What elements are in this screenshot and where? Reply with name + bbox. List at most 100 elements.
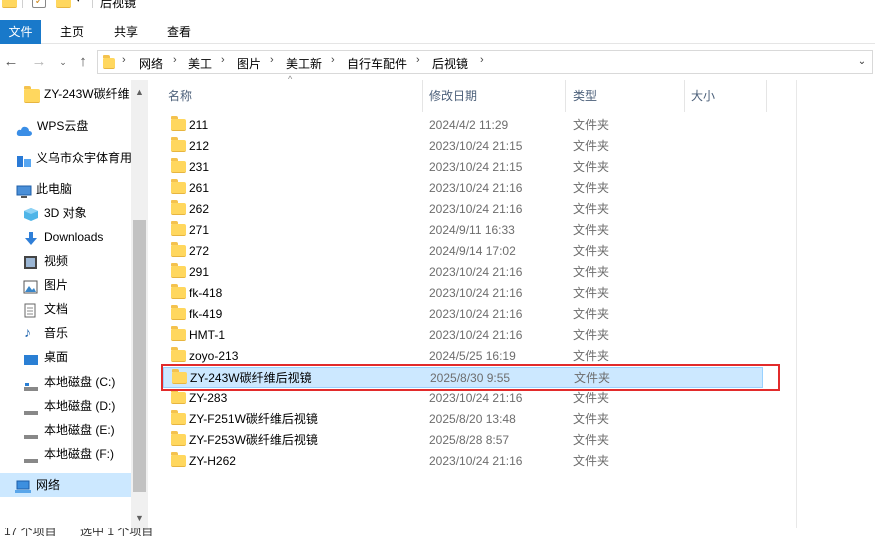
file-row[interactable]: 261 2023/10/24 21:16 文件夹 <box>163 178 763 199</box>
up-arrow-icon[interactable]: ↑ <box>74 53 92 71</box>
breadcrumb-pictures[interactable]: 图片 <box>237 55 261 72</box>
qa-divider <box>22 0 23 8</box>
file-name: 262 <box>189 202 210 216</box>
folder-icon <box>171 263 186 278</box>
nav-item-music[interactable]: ♪ 音乐 <box>0 321 131 345</box>
file-row[interactable]: 272 2024/9/14 17:02 文件夹 <box>163 241 763 262</box>
file-row[interactable]: 271 2024/9/11 16:33 文件夹 <box>163 220 763 241</box>
file-date: 2023/10/24 21:16 <box>429 202 523 216</box>
nav-item-wps-cloud[interactable]: WPS云盘 <box>0 114 131 138</box>
file-row[interactable]: 291 2023/10/24 21:16 文件夹 <box>163 262 763 283</box>
nav-item-documents[interactable]: 文档 <box>0 297 131 321</box>
nav-item-videos[interactable]: 视频 <box>0 249 131 273</box>
column-divider[interactable] <box>422 80 423 112</box>
qa-dropdown-icon[interactable]: ▾ <box>76 0 81 5</box>
file-type: 文件夹 <box>573 433 610 447</box>
column-header-size[interactable]: 大小 <box>691 80 715 112</box>
nav-item-drive-f[interactable]: 本地磁盘 (F:) <box>0 442 131 466</box>
breadcrumb-bike-parts[interactable]: 自行车配件 <box>347 55 407 72</box>
file-row[interactable]: fk-419 2023/10/24 21:16 文件夹 <box>163 304 763 325</box>
status-bar: 17 个项目 选中 1 个项目 <box>0 528 875 536</box>
nav-item-label: 此电脑 <box>36 182 73 196</box>
file-row[interactable]: 212 2023/10/24 21:15 文件夹 <box>163 136 763 157</box>
chevron-right-icon[interactable]: › <box>221 54 225 66</box>
address-row: ← → ⌄ ↑ › 网络 › 美工 › 图片 › 美工新 › 自行车配件 › 后… <box>0 44 875 80</box>
column-divider[interactable] <box>565 80 566 112</box>
nav-item-network[interactable]: 网络 <box>0 473 131 497</box>
chevron-right-icon[interactable]: › <box>173 54 177 66</box>
forward-arrow-icon[interactable]: → <box>30 53 48 71</box>
folder-icon <box>171 284 186 299</box>
column-header-date[interactable]: 修改日期 <box>429 80 477 112</box>
chevron-right-icon[interactable]: › <box>331 54 335 66</box>
column-divider[interactable] <box>684 80 685 112</box>
folder-icon <box>171 326 186 341</box>
nav-item-3d-objects[interactable]: 3D 对象 <box>0 201 131 225</box>
nav-item-org[interactable]: 义乌市众宇体育用 <box>0 146 131 170</box>
nav-item-downloads[interactable]: Downloads <box>0 225 131 249</box>
status-item-count: 17 个项目 <box>4 528 57 536</box>
file-row[interactable]: ZY-H262 2023/10/24 21:16 文件夹 <box>163 451 763 472</box>
tab-file[interactable]: 文件 <box>0 20 41 44</box>
nav-scroll-thumb[interactable] <box>133 220 146 492</box>
file-date: 2024/9/11 16:33 <box>429 223 515 237</box>
breadcrumb-network[interactable]: 网络 <box>139 55 163 72</box>
file-type: 文件夹 <box>573 454 610 468</box>
breadcrumb-meigong[interactable]: 美工 <box>188 55 212 72</box>
chevron-right-icon[interactable]: › <box>122 54 126 66</box>
network-icon <box>14 478 31 493</box>
nav-item-label: 义乌市众宇体育用 <box>36 151 131 165</box>
file-row[interactable]: 231 2023/10/24 21:15 文件夹 <box>163 157 763 178</box>
column-header-type[interactable]: 类型 <box>573 80 597 112</box>
file-row[interactable]: HMT-1 2023/10/24 21:16 文件夹 <box>163 325 763 346</box>
chevron-right-icon[interactable]: › <box>480 54 484 66</box>
folder-icon <box>171 242 186 257</box>
nav-item-this-pc[interactable]: 此电脑 <box>0 177 131 201</box>
file-type: 文件夹 <box>573 265 610 279</box>
nav-item-desktop[interactable]: 桌面 <box>0 345 131 369</box>
computer-icon <box>16 183 32 198</box>
chevron-right-icon[interactable]: › <box>416 54 420 66</box>
file-row[interactable]: fk-418 2023/10/24 21:16 文件夹 <box>163 283 763 304</box>
file-row[interactable]: ZY-F253W碳纤维后视镜 2025/8/28 8:57 文件夹 <box>163 430 763 451</box>
drive-icon <box>23 424 39 439</box>
tab-home[interactable]: 主页 <box>52 20 92 44</box>
new-folder-icon[interactable] <box>56 0 71 8</box>
file-row[interactable]: ZY-F251W碳纤维后视镜 2025/8/20 13:48 文件夹 <box>163 409 763 430</box>
tab-view[interactable]: 查看 <box>159 20 199 44</box>
scroll-up-icon[interactable]: ▲ <box>131 84 148 101</box>
properties-check-icon[interactable]: ✓ <box>32 0 46 8</box>
recent-locations-icon[interactable]: ⌄ <box>54 53 72 71</box>
chevron-right-icon[interactable]: › <box>270 54 274 66</box>
nav-scrollbar[interactable]: ▲ ▼ <box>131 80 148 530</box>
nav-item-label: 本地磁盘 (E:) <box>44 423 115 437</box>
nav-item-label: Downloads <box>44 230 104 244</box>
nav-item-drive-e[interactable]: 本地磁盘 (E:) <box>0 418 131 442</box>
folder-icon <box>171 305 186 320</box>
file-name: fk-419 <box>189 307 223 321</box>
address-dropdown-icon[interactable]: ⌄ <box>854 54 870 70</box>
column-header-name[interactable]: 名称 <box>168 80 192 112</box>
nav-item-drive-d[interactable]: 本地磁盘 (D:) <box>0 394 131 418</box>
address-bar[interactable]: › 网络 › 美工 › 图片 › 美工新 › 自行车配件 › 后视镜 › ⌄ <box>97 50 873 74</box>
tab-share[interactable]: 共享 <box>106 20 146 44</box>
column-divider[interactable] <box>766 80 767 112</box>
breadcrumb-mirror[interactable]: 后视镜 <box>432 55 468 72</box>
cloud-icon <box>16 121 32 136</box>
nav-item-drive-c[interactable]: 本地磁盘 (C:) <box>0 370 131 394</box>
file-row[interactable]: 211 2024/4/2 11:29 文件夹 <box>163 115 763 136</box>
nav-item-pictures[interactable]: 图片 <box>0 273 131 297</box>
file-row[interactable]: ZY-283 2023/10/24 21:16 文件夹 <box>163 388 763 409</box>
file-row[interactable]: 262 2023/10/24 21:16 文件夹 <box>163 199 763 220</box>
folder-icon <box>171 347 186 362</box>
nav-item-quick-folder[interactable]: ZY-243W碳纤维 <box>0 82 131 106</box>
file-name: HMT-1 <box>189 328 225 342</box>
breadcrumb-meigongxin[interactable]: 美工新 <box>286 55 322 72</box>
address-folder-icon <box>103 55 115 69</box>
file-type: 文件夹 <box>573 223 610 237</box>
file-type: 文件夹 <box>573 202 610 216</box>
nav-item-label: WPS云盘 <box>37 119 89 133</box>
scroll-down-icon[interactable]: ▼ <box>131 510 148 527</box>
back-arrow-icon[interactable]: ← <box>2 53 20 71</box>
music-icon: ♪ <box>24 324 31 340</box>
